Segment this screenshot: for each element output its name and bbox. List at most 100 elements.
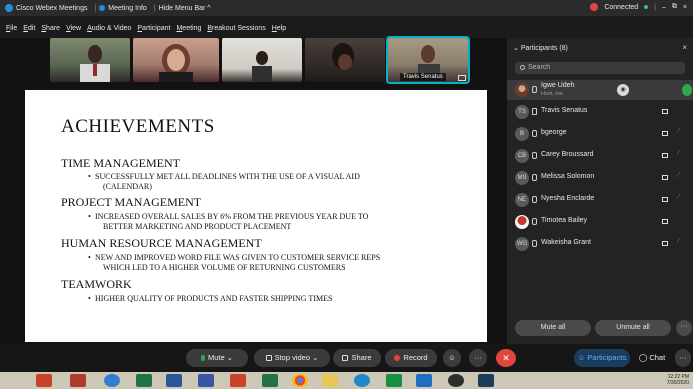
file-explorer-icon[interactable] [322, 374, 338, 387]
connection-status: Connected [604, 3, 639, 11]
chevron-down-icon: ⌄ [513, 45, 521, 52]
mute-all-button[interactable]: Mute all [515, 320, 591, 336]
video-thumbnail[interactable] [133, 38, 219, 82]
powerpoint-icon[interactable] [36, 374, 52, 387]
mute-button[interactable]: Mute ⌄ [186, 349, 248, 367]
slide-section-heading: TIME MANAGEMENT [61, 156, 180, 170]
webex-taskbar-icon[interactable] [478, 374, 494, 387]
menu-meeting[interactable]: Meeting [176, 25, 201, 37]
slide-bullet-line: (CALENDAR) [103, 182, 152, 191]
system-tray-clock[interactable]: 12:22 PM 7/30/2020 [667, 374, 689, 386]
chrome-icon[interactable] [292, 374, 308, 387]
slide-section-heading: TEAMWORK [61, 277, 132, 291]
video-icon [662, 175, 668, 180]
participant-row[interactable]: TS Travis Senatus [507, 102, 693, 122]
hide-menu-bar-button[interactable]: Hide Menu Bar ^ [159, 5, 211, 12]
stop-video-label: Stop video [274, 353, 311, 362]
title-separator: | [94, 4, 97, 12]
slide-bullet-line: HIGHER QUALITY OF PRODUCTS AND FASTER SH… [95, 294, 333, 303]
chat-tab[interactable]: ◯ Chat [634, 349, 670, 367]
end-meeting-button[interactable]: ✕ [496, 349, 516, 367]
participants-count: Participants (8) [520, 45, 568, 52]
menu-share[interactable]: Share [41, 25, 60, 37]
avatar: TS [515, 105, 529, 119]
search-placeholder: Search [528, 64, 551, 71]
slide-bullet: HIGHER QUALITY OF PRODUCTS AND FASTER SH… [88, 294, 333, 304]
video-thumbnail[interactable] [222, 38, 302, 82]
powerpoint-icon[interactable] [230, 374, 246, 387]
slide-section-heading: PROJECT MANAGEMENT [61, 195, 202, 209]
microphone-icon [532, 152, 537, 159]
meeting-stage: Travis Senatus ACHIEVEMENTS TIME MANAGEM… [0, 36, 507, 344]
menu-file[interactable]: File [6, 25, 17, 37]
menu-audio-video[interactable]: Audio & Video [87, 25, 131, 37]
muted-mic-icon: ⁄ [678, 150, 680, 157]
participant-row[interactable]: WG Wakeisha Grant ⁄ [507, 234, 693, 254]
participant-row[interactable]: NE Nyesha Enclarde ⁄ [507, 190, 693, 210]
menu-participant[interactable]: Participant [137, 25, 170, 37]
visio-icon[interactable] [198, 374, 214, 387]
menu-help[interactable]: Help [272, 25, 286, 37]
reactions-button[interactable]: ☺ [443, 349, 461, 367]
participant-name: Igwe Udeh [541, 82, 575, 89]
title-right-controls: Connected | – ⧉ × [590, 3, 687, 11]
avatar: WG [515, 237, 529, 251]
active-mic-icon[interactable] [682, 84, 692, 96]
word-icon[interactable] [166, 374, 182, 387]
record-button[interactable]: Record [385, 349, 437, 367]
avatar: MS [515, 171, 529, 185]
restore-button[interactable]: ⧉ [672, 3, 677, 11]
minimize-button[interactable]: – [662, 4, 666, 11]
record-label: Record [403, 353, 428, 362]
stop-video-button[interactable]: Stop video ⌄ [254, 349, 330, 367]
excel-icon[interactable] [136, 374, 152, 387]
participant-row[interactable]: Igwe Udeh Host, me ◉ [507, 80, 693, 100]
more-right-button[interactable]: ··· [675, 349, 691, 367]
participant-name: Melissa Solomon [541, 173, 595, 180]
close-button[interactable]: × [683, 4, 687, 11]
edge-icon[interactable] [354, 374, 370, 387]
participant-search-input[interactable]: Search [515, 62, 685, 74]
participants-panel: ⌄ Participants (8) × Search Igwe Udeh Ho… [507, 38, 693, 344]
more-options-button[interactable]: ··· [676, 320, 692, 336]
avatar: CB [515, 149, 529, 163]
video-icon [662, 153, 668, 158]
excel-icon[interactable] [386, 374, 402, 387]
muted-mic-icon: ⁄ [678, 194, 680, 201]
clock-date: 7/30/2020 [666, 380, 689, 386]
slide-bullet-line: SUCCESSFULLY MET ALL DEADLINES WITH THE … [95, 172, 360, 181]
video-thumbnail[interactable] [50, 38, 130, 82]
muted-mic-icon: ⁄ [678, 238, 680, 245]
participant-row[interactable]: CB Carey Broussard ⁄ [507, 146, 693, 166]
expand-video-icon[interactable] [458, 75, 466, 81]
menu-view[interactable]: View [66, 25, 81, 37]
menu-breakout-sessions[interactable]: Breakout Sessions [207, 25, 265, 37]
internet-explorer-icon[interactable] [104, 374, 120, 387]
more-button[interactable]: ··· [469, 349, 487, 367]
participant-row[interactable]: Timotea Bailey [507, 212, 693, 232]
meeting-info-button[interactable]: Meeting Info [108, 5, 147, 12]
smiley-icon: ☺ [448, 353, 456, 362]
publisher-icon[interactable] [262, 374, 278, 387]
participant-row[interactable]: B bgeorge ⁄ [507, 124, 693, 144]
hp-icon[interactable] [448, 374, 464, 387]
video-thumbnail[interactable] [305, 38, 385, 82]
slide-section-heading: HUMAN RESOURCE MANAGEMENT [61, 236, 262, 250]
share-label: Share [351, 353, 372, 362]
participants-tab[interactable]: ☺ Participants [574, 349, 630, 367]
menu-edit[interactable]: Edit [23, 25, 35, 37]
avatar [515, 215, 529, 229]
close-panel-icon[interactable]: × [682, 43, 687, 52]
participants-header[interactable]: ⌄ Participants (8) [513, 44, 568, 52]
slide-title: ACHIEVEMENTS [61, 116, 215, 137]
share-button[interactable]: Share [333, 349, 381, 367]
access-icon[interactable] [70, 374, 86, 387]
microphone-icon [532, 130, 537, 137]
participant-name: Timotea Bailey [541, 217, 588, 224]
muted-mic-icon: ⁄ [678, 172, 680, 179]
participant-row[interactable]: MS Melissa Solomon ⁄ [507, 168, 693, 188]
outlook-icon[interactable] [416, 374, 432, 387]
unmute-all-button[interactable]: Unmute all [595, 320, 671, 336]
video-icon [265, 355, 272, 361]
video-thumbnail-active[interactable]: Travis Senatus [386, 36, 470, 84]
